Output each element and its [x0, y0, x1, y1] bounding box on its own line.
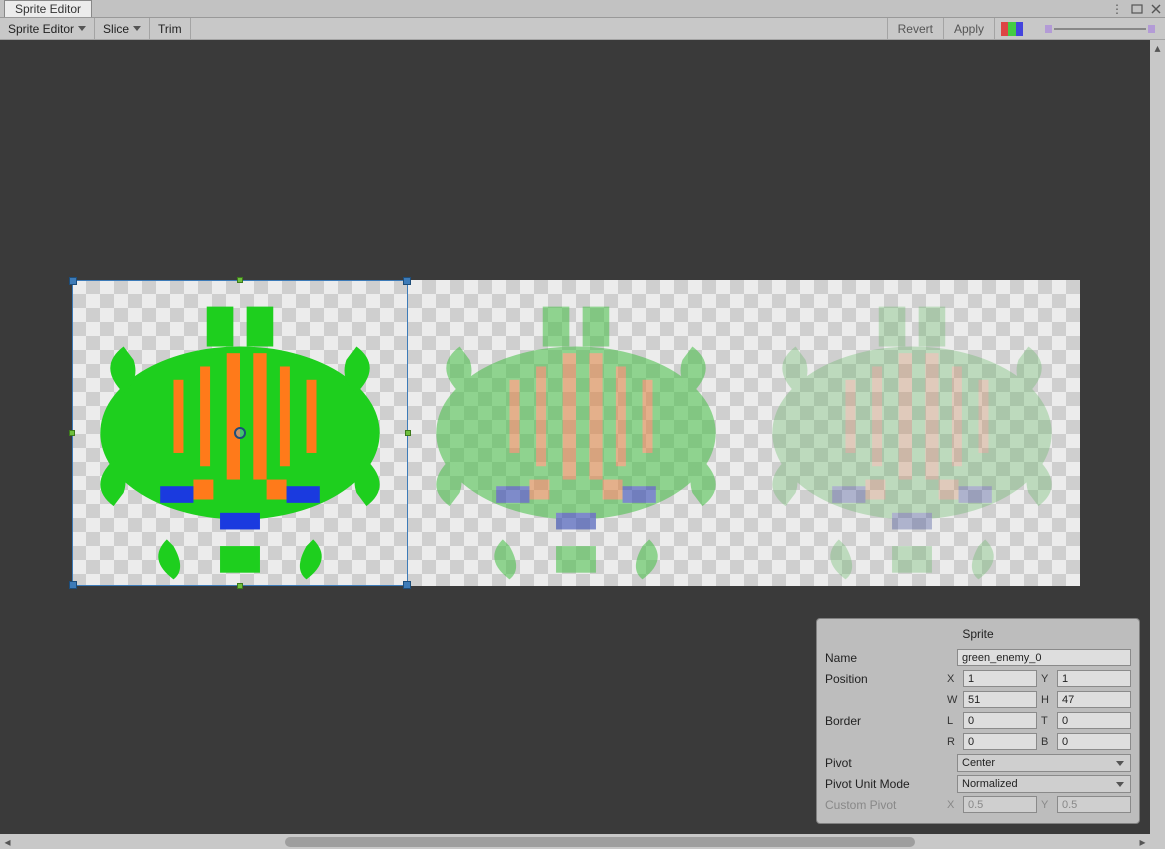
apply-label: Apply: [954, 22, 984, 36]
custom-pivot-x-field: [963, 796, 1037, 813]
trim-button[interactable]: Trim: [150, 18, 191, 39]
rgb-icon: [1001, 22, 1023, 36]
h-label: H: [1041, 694, 1055, 706]
selection-handle-left[interactable]: [69, 430, 75, 436]
window-title-text: Sprite Editor: [15, 2, 81, 16]
position-y-field[interactable]: [1057, 670, 1131, 687]
position-x-field[interactable]: [963, 670, 1037, 687]
border-label: Border: [825, 714, 943, 728]
l-label: L: [947, 715, 961, 727]
border-b-field[interactable]: [1057, 733, 1131, 750]
sprite-selection-rect[interactable]: [72, 280, 408, 586]
more-icon[interactable]: ⋮: [1111, 2, 1123, 16]
selection-handle-tl[interactable]: [69, 277, 77, 285]
x-label: X: [947, 673, 961, 685]
scroll-right-icon[interactable]: ▸: [1135, 834, 1150, 849]
apply-button[interactable]: Apply: [943, 18, 994, 39]
position-label: Position: [825, 672, 943, 686]
custom-pivot-label: Custom Pivot: [825, 798, 943, 812]
revert-label: Revert: [898, 22, 933, 36]
trim-label: Trim: [158, 22, 182, 36]
maximize-icon[interactable]: [1131, 4, 1143, 14]
sprite-frame-1: [408, 280, 744, 586]
rgb-toggle-button[interactable]: [994, 18, 1029, 39]
scroll-left-icon[interactable]: ◂: [0, 834, 15, 849]
slice-dropdown[interactable]: Slice: [95, 18, 150, 39]
mode-dropdown[interactable]: Sprite Editor: [0, 18, 95, 39]
position-h-field[interactable]: [1057, 691, 1131, 708]
sprite-inspector-panel[interactable]: Sprite Name Position X Y W H Border L T …: [816, 618, 1140, 824]
scrollbar-thumb[interactable]: [285, 837, 915, 847]
inspector-title: Sprite: [825, 625, 1131, 647]
close-icon[interactable]: [1151, 4, 1161, 14]
pivot-mode-label: Pivot Unit Mode: [825, 777, 953, 791]
pivot-label: Pivot: [825, 756, 953, 770]
y-label: Y: [1041, 673, 1055, 685]
window-titlebar: Sprite Editor ⋮: [0, 0, 1165, 18]
alpha-slider[interactable]: [1029, 18, 1165, 39]
sprite-sheet[interactable]: [72, 280, 1080, 586]
border-t-field[interactable]: [1057, 712, 1131, 729]
name-label: Name: [825, 651, 953, 665]
scrollbar-corner: [1150, 834, 1165, 849]
chevron-down-icon: [133, 26, 141, 31]
selection-handle-tr[interactable]: [403, 277, 411, 285]
slider-track: [1054, 28, 1147, 30]
b-label: B: [1041, 736, 1055, 748]
vertical-scrollbar[interactable]: ▴: [1150, 40, 1165, 834]
custom-x-label: X: [947, 799, 961, 811]
pivot-mode-value: Normalized: [962, 778, 1018, 790]
selection-handle-bottom[interactable]: [237, 583, 243, 589]
border-l-field[interactable]: [963, 712, 1037, 729]
chevron-down-icon: [78, 26, 86, 31]
pivot-mode-dropdown[interactable]: Normalized: [957, 775, 1131, 793]
border-r-field[interactable]: [963, 733, 1037, 750]
sprite-frame-2: [744, 280, 1080, 586]
slider-cap-left: [1045, 25, 1052, 33]
name-field[interactable]: [957, 649, 1131, 666]
toolbar: Sprite Editor Slice Trim Revert Apply: [0, 18, 1165, 40]
selection-handle-right[interactable]: [405, 430, 411, 436]
slider-cap-right: [1148, 25, 1155, 33]
window-tab[interactable]: Sprite Editor: [4, 0, 92, 17]
pivot-indicator[interactable]: [234, 427, 246, 439]
custom-y-label: Y: [1041, 799, 1055, 811]
position-w-field[interactable]: [963, 691, 1037, 708]
revert-button[interactable]: Revert: [887, 18, 943, 39]
slice-label: Slice: [103, 22, 129, 36]
t-label: T: [1041, 715, 1055, 727]
scroll-up-icon[interactable]: ▴: [1150, 40, 1165, 55]
w-label: W: [947, 694, 961, 706]
horizontal-scrollbar[interactable]: ◂ ▸: [0, 834, 1150, 849]
pivot-value: Center: [962, 757, 995, 769]
selection-handle-br[interactable]: [403, 581, 411, 589]
custom-pivot-y-field: [1057, 796, 1131, 813]
pivot-dropdown[interactable]: Center: [957, 754, 1131, 772]
selection-handle-top[interactable]: [237, 277, 243, 283]
selection-handle-bl[interactable]: [69, 581, 77, 589]
mode-label: Sprite Editor: [8, 22, 74, 36]
r-label: R: [947, 736, 961, 748]
